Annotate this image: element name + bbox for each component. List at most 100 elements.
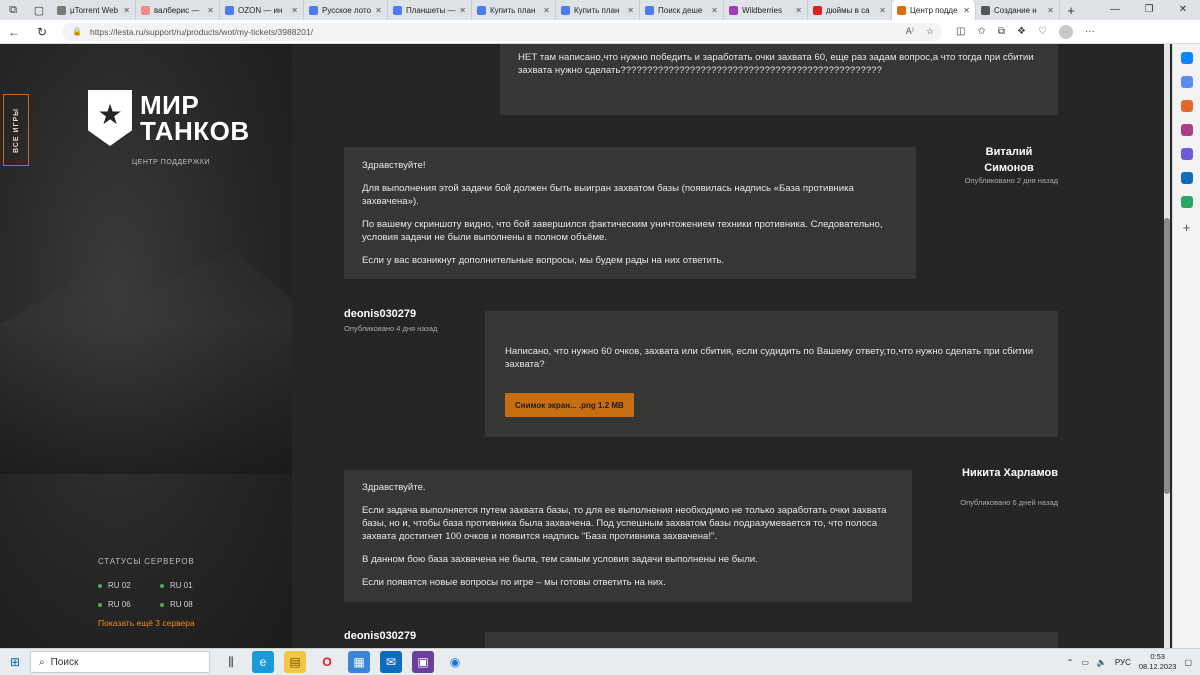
show-more-servers-link[interactable]: Показать ещё 3 сервера	[98, 618, 195, 628]
more-menu-icon[interactable]: ···	[1085, 26, 1095, 37]
logo-line-2: ТАНКОВ	[140, 116, 250, 146]
browser-tab[interactable]: Центр подде ✕	[892, 0, 976, 20]
taskbar-search[interactable]: ⌕ Поиск	[30, 651, 210, 673]
store-icon[interactable]: ▦	[348, 651, 370, 673]
profile-avatar[interactable]	[1058, 24, 1073, 39]
tab-title: Купить план	[574, 5, 620, 15]
back-icon[interactable]: ←	[0, 25, 28, 39]
volume-icon[interactable]: 🔈	[1097, 658, 1107, 667]
lock-icon: 🔒	[72, 27, 82, 36]
split-screen-icon[interactable]: ◫	[956, 26, 965, 37]
system-tray: ⌃ ▭ 🔈 РУС 0:53 08.12.2023 ▢	[1067, 652, 1200, 672]
clock[interactable]: 0:53 08.12.2023	[1139, 652, 1177, 672]
office-icon[interactable]	[1180, 148, 1193, 160]
tab-favicon-icon	[897, 5, 906, 15]
user-message: НЕТ там написано,что нужно победить и за…	[500, 44, 1058, 115]
close-tab-icon[interactable]: ✕	[963, 6, 970, 15]
browser-sidebar: +	[1172, 44, 1200, 648]
edge-icon[interactable]: e	[252, 651, 274, 673]
browser-tab-strip: ⧉ ▢ µTorrent Web ✕ валберис — ✕ OZON — ин ✕ Ру…	[0, 0, 1200, 20]
network-icon[interactable]: ▭	[1081, 658, 1089, 667]
all-games-button[interactable]: ВСЕ ИГРЫ	[3, 94, 29, 166]
published-date: Опубликовано 4 дня назад	[344, 324, 438, 333]
browser-tab[interactable]: Купить план ✕	[556, 0, 640, 20]
task-view-icon[interactable]: ⫼	[220, 651, 242, 673]
browser-tab[interactable]: Wildberries ✕	[724, 0, 808, 20]
message-text: НЕТ там написано,что нужно победить и за…	[518, 52, 1034, 76]
close-tab-icon[interactable]: ✕	[1047, 6, 1054, 15]
browser-tab[interactable]: OZON — ин ✕	[220, 0, 304, 20]
browser-tab[interactable]: Планшеты — ✕	[388, 0, 472, 20]
browser-essentials-icon[interactable]: ♡	[1038, 26, 1047, 37]
address-bar-row: ← ↻ 🔒 https://lesta.ru/support/ru/produc…	[0, 20, 1200, 44]
collections-icon[interactable]: ⧉	[998, 26, 1005, 37]
tab-actions-icon[interactable]: ▢	[26, 0, 52, 20]
drop-icon[interactable]	[1180, 196, 1193, 208]
tab-favicon-icon	[57, 5, 66, 15]
browser-tab[interactable]: валберис — ✕	[136, 0, 220, 20]
add-sidebar-app-icon[interactable]: +	[1173, 220, 1200, 235]
close-tab-icon[interactable]: ✕	[375, 6, 382, 15]
tab-title: Поиск деше	[658, 5, 703, 15]
support-author-name: Виталий Симонов	[984, 146, 1034, 174]
browser-tab[interactable]: Купить план ✕	[472, 0, 556, 20]
close-tab-icon[interactable]: ✕	[459, 6, 466, 15]
language-indicator[interactable]: РУС	[1115, 658, 1131, 667]
user-message: Написано, что нужно 60 очков, захвата ил…	[485, 311, 1058, 437]
favorites-icon[interactable]: ✩	[977, 26, 985, 37]
workspaces-icon[interactable]: ⧉	[0, 0, 26, 20]
logo-line-1: МИР	[140, 90, 200, 120]
file-explorer-icon[interactable]: ▤	[284, 651, 306, 673]
clock-date: 08.12.2023	[1138, 662, 1177, 671]
support-author-name: Никита Харламов	[962, 467, 1059, 479]
favorite-star-icon[interactable]: ☆	[926, 26, 934, 37]
tab-title: OZON — ин	[238, 5, 283, 15]
tab-title: Wildberries	[742, 5, 783, 15]
notifications-icon[interactable]: ▢	[1184, 658, 1192, 667]
minimize-icon[interactable]: —	[1098, 0, 1132, 20]
browser-tab[interactable]: µTorrent Web ✕	[52, 0, 136, 20]
windows-start-icon[interactable]: ⊞	[0, 655, 30, 669]
refresh-icon[interactable]: ↻	[28, 25, 56, 39]
search-icon: ⌕	[39, 656, 45, 668]
close-tab-icon[interactable]: ✕	[627, 6, 634, 15]
browser-tab[interactable]: Русское лото ✕	[304, 0, 388, 20]
app-icon[interactable]: ▣	[412, 651, 434, 673]
tab-title: валберис —	[154, 5, 200, 15]
tray-chevron-icon[interactable]: ⌃	[1067, 658, 1074, 667]
read-aloud-icon[interactable]: A⁾	[906, 26, 914, 37]
shopping-tag-icon[interactable]	[1180, 76, 1193, 88]
close-tab-icon[interactable]: ✕	[795, 6, 802, 15]
star-shield-icon: ★	[88, 90, 132, 146]
new-tab-button[interactable]: +	[1060, 3, 1082, 18]
copilot-icon[interactable]	[1180, 52, 1193, 64]
tab-title: дюймы в са	[826, 5, 870, 15]
browser-tab[interactable]: Создание н ✕	[976, 0, 1060, 20]
close-tab-icon[interactable]: ✕	[543, 6, 550, 15]
tab-favicon-icon	[225, 5, 234, 15]
maximize-icon[interactable]: ❐	[1132, 0, 1166, 20]
page-scrollbar[interactable]	[1164, 44, 1170, 648]
games-icon[interactable]	[1180, 124, 1193, 136]
outlook-icon[interactable]	[1180, 172, 1193, 184]
mir-tankov-logo[interactable]: ★ МИР ТАНКОВ	[88, 90, 250, 146]
user-author-name: deonis030279	[344, 630, 417, 642]
chrome-icon[interactable]: ◉	[444, 651, 466, 673]
close-tab-icon[interactable]: ✕	[207, 6, 214, 15]
tab-title: Центр подде	[910, 5, 958, 15]
browser-tab[interactable]: Поиск деше ✕	[640, 0, 724, 20]
close-tab-icon[interactable]: ✕	[123, 6, 130, 15]
attachment-button[interactable]: Снимок экран... .png 1.2 MB	[505, 393, 634, 417]
scrollbar-thumb[interactable]	[1164, 218, 1170, 494]
extension-icon[interactable]: ❖	[1017, 26, 1026, 37]
url-field[interactable]: 🔒 https://lesta.ru/support/ru/products/w…	[62, 22, 942, 41]
mail-icon[interactable]: ✉	[380, 651, 402, 673]
opera-icon[interactable]: O	[316, 651, 338, 673]
close-tab-icon[interactable]: ✕	[291, 6, 298, 15]
close-tab-icon[interactable]: ✕	[711, 6, 718, 15]
browser-tab[interactable]: дюймы в са ✕	[808, 0, 892, 20]
tools-briefcase-icon[interactable]	[1180, 100, 1193, 112]
tab-title: Создание н	[994, 5, 1037, 15]
close-window-icon[interactable]: ✕	[1166, 0, 1200, 20]
close-tab-icon[interactable]: ✕	[879, 6, 886, 15]
